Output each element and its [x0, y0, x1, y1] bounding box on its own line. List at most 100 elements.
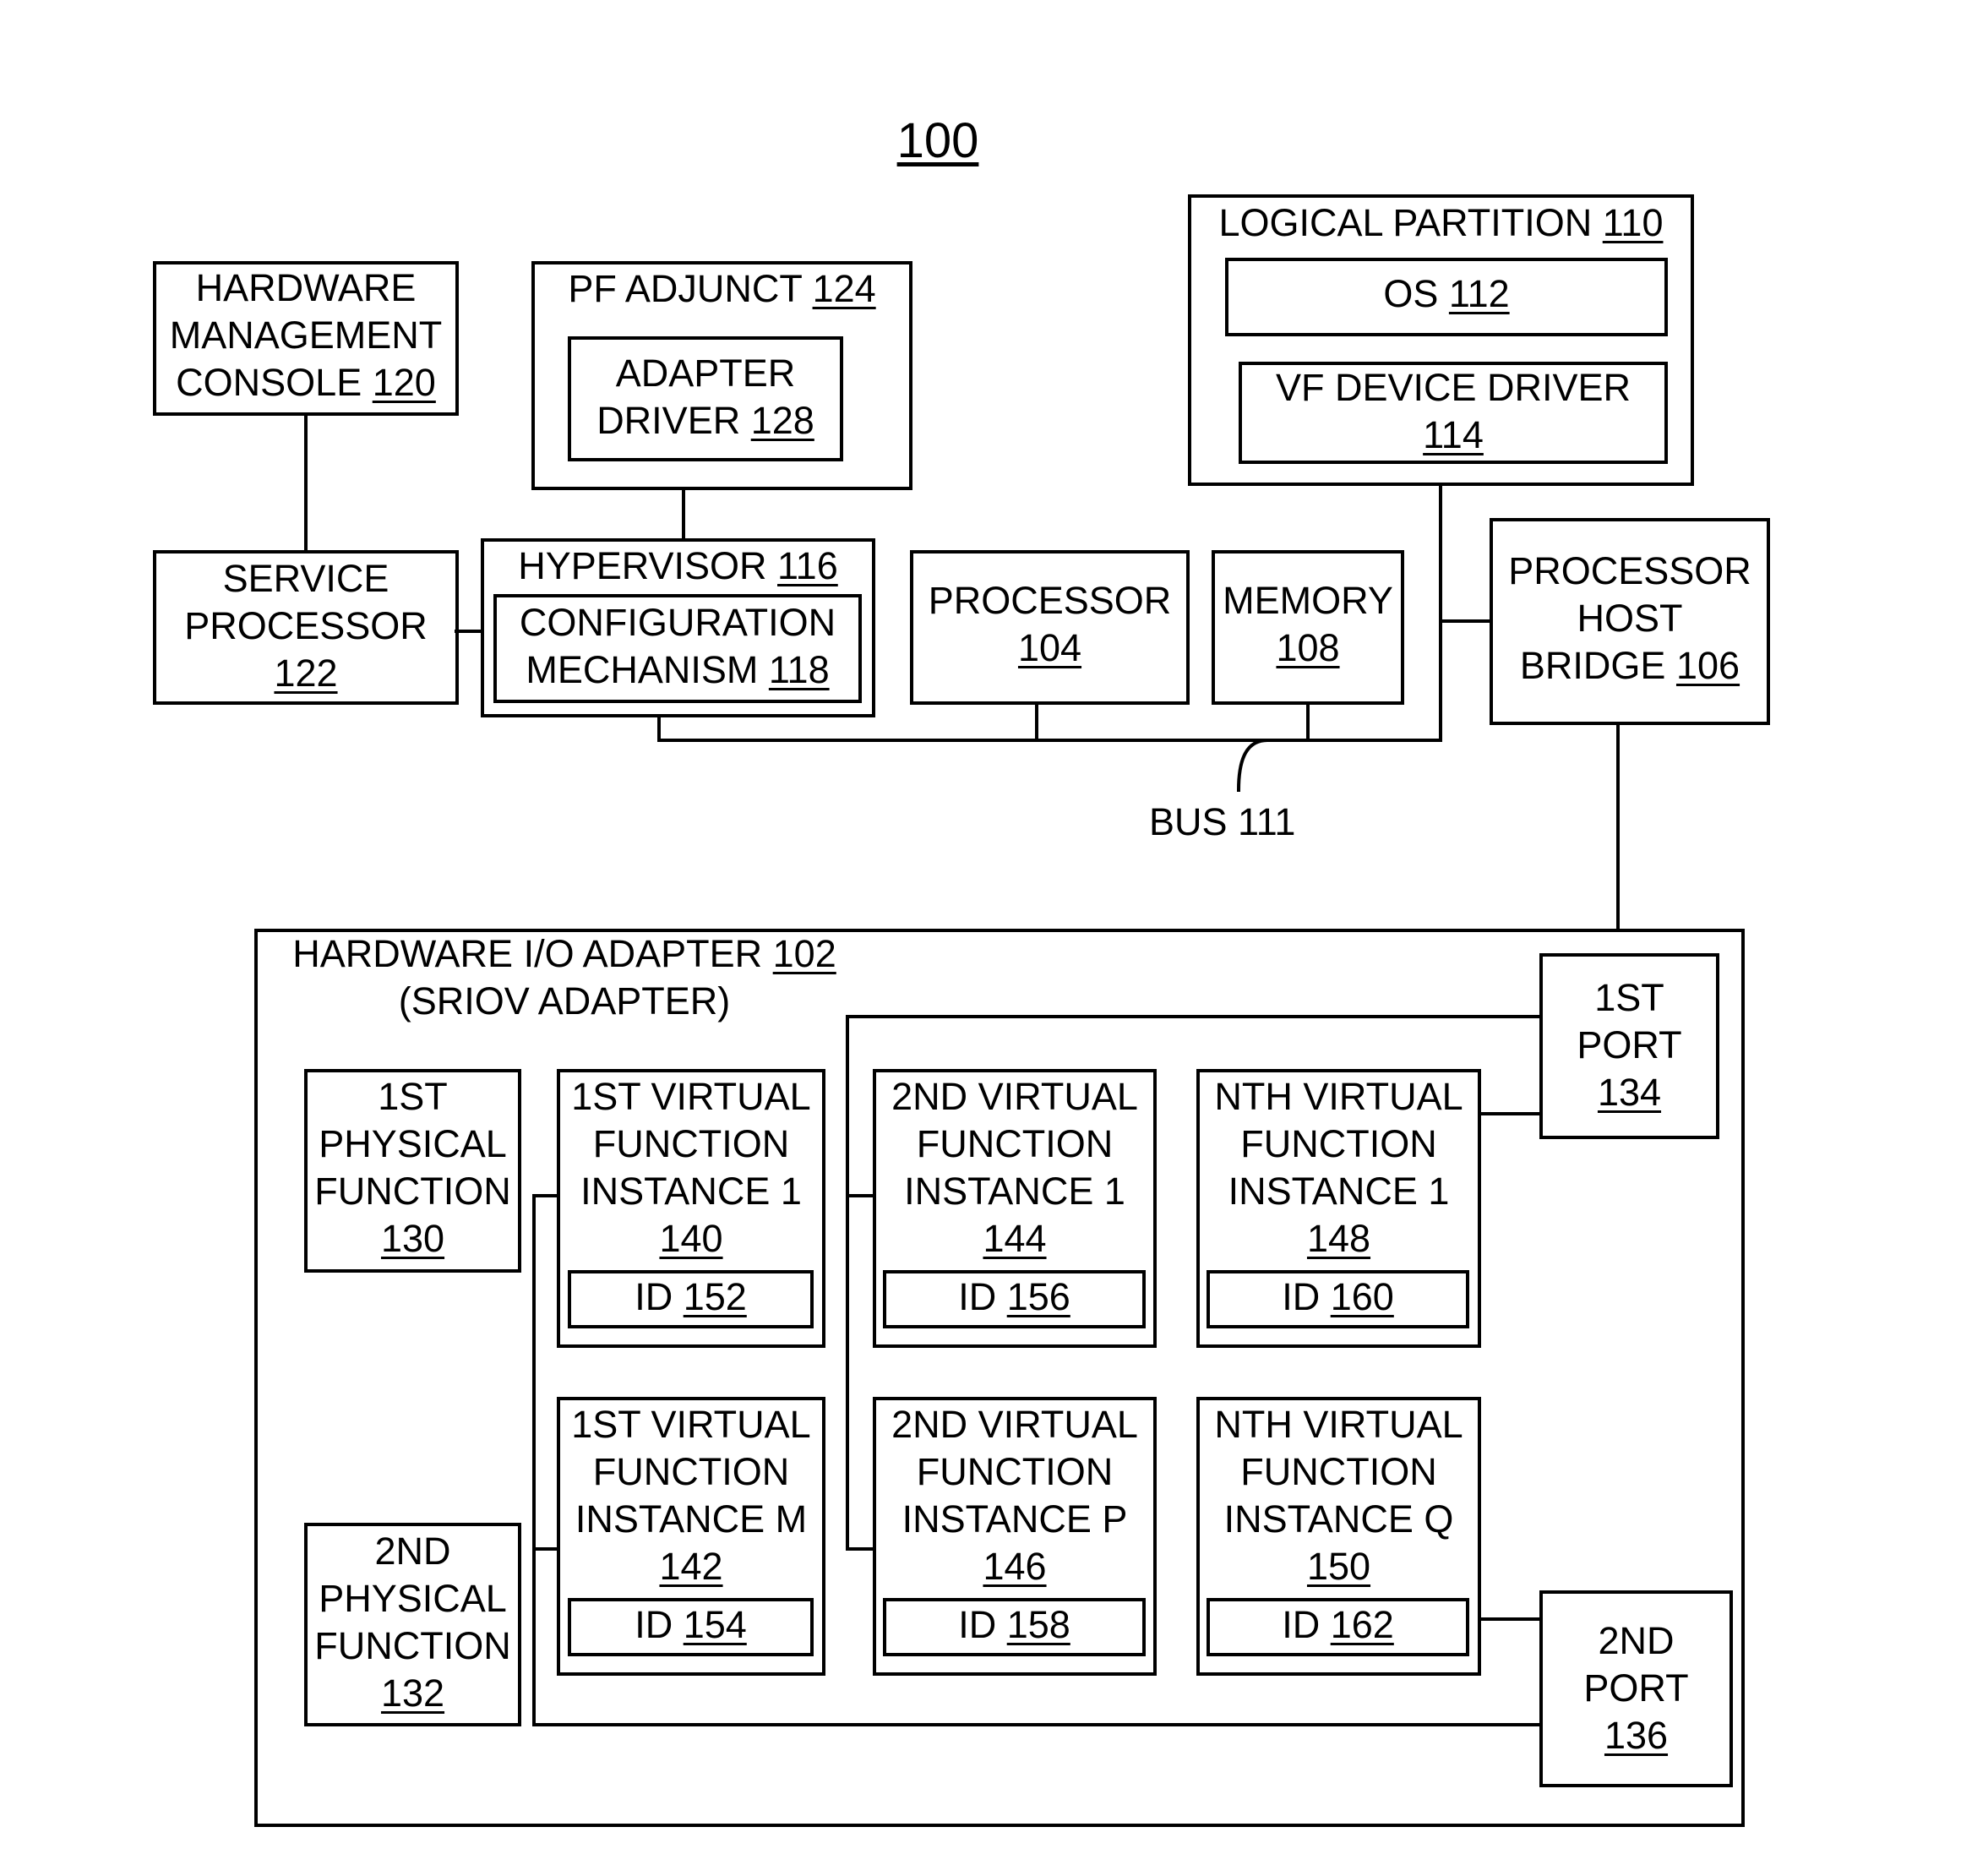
pf-adjunct-line: PF ADJUNCT 124 — [531, 265, 912, 313]
vf-device-driver-label: VF DEVICE DRIVER 114 — [1239, 364, 1668, 459]
adapter-driver-text: DRIVER — [596, 399, 751, 442]
vf-1st-instance-1-label: 1ST VIRTUAL FUNCTION INSTANCE 1 140 — [557, 1073, 825, 1262]
pf-adjunct-text: PF ADJUNCT — [568, 267, 813, 310]
service-processor-line-3: 122 — [153, 650, 459, 697]
logical-partition-text: LOGICAL PARTITION — [1218, 201, 1603, 244]
port1-line-1: 1ST — [1594, 976, 1664, 1019]
hypervisor-line: HYPERVISOR 116 — [481, 543, 875, 590]
pf-adjunct-label: PF ADJUNCT 124 — [531, 265, 912, 313]
service-processor-line-1: SERVICE — [222, 557, 389, 600]
hmc-text: CONSOLE — [176, 361, 373, 404]
vf-2-p-ref-number: 146 — [983, 1545, 1047, 1588]
vf-2-p-line-1: 2ND VIRTUAL — [891, 1403, 1138, 1446]
processor-line-2: 104 — [910, 624, 1190, 672]
configuration-mechanism-line-2: MECHANISM 118 — [493, 646, 862, 694]
vf-1-1-line-3: INSTANCE 1 — [580, 1170, 802, 1213]
vf-device-driver-line-1: VF DEVICE DRIVER — [1275, 366, 1631, 409]
service-processor-line-2: PROCESSOR — [184, 604, 428, 647]
hmc-ref-number: 120 — [372, 361, 436, 404]
os-text: OS — [1383, 272, 1449, 315]
logical-partition-line: LOGICAL PARTITION 110 — [1188, 199, 1694, 247]
vf-1-1-line-1: 1ST VIRTUAL — [571, 1075, 811, 1118]
hmc-line-1: HARDWARE — [195, 266, 417, 309]
vf-1-m-ref-number: 142 — [659, 1545, 723, 1588]
vf-2-1-line-2: FUNCTION — [916, 1122, 1114, 1165]
vf-2-1-ref-number: 144 — [983, 1217, 1047, 1260]
configuration-mechanism-label: CONFIGURATION MECHANISM 118 — [493, 599, 862, 694]
pf1-line-2: PHYSICAL — [319, 1122, 507, 1165]
pf1-line-3: FUNCTION — [314, 1170, 511, 1213]
vf-nth-instance-1-label: NTH VIRTUAL FUNCTION INSTANCE 1 148 — [1196, 1073, 1481, 1262]
os-label: OS 112 — [1225, 270, 1668, 318]
id-160-line: ID 160 — [1207, 1273, 1469, 1321]
first-physical-function-label: 1ST PHYSICAL FUNCTION 130 — [304, 1073, 521, 1262]
id-162-line: ID 162 — [1207, 1601, 1469, 1649]
configuration-mechanism-ref-number: 118 — [768, 648, 830, 691]
memory-line-2: 108 — [1212, 624, 1404, 672]
adapter-driver-line-2: DRIVER 128 — [568, 397, 843, 444]
memory-ref-number: 108 — [1276, 626, 1340, 669]
bus-label: BUS 111 — [1149, 800, 1296, 843]
port2-line-1: 2ND — [1598, 1619, 1675, 1662]
io-adapter-subtitle: (SRIOV ADAPTER) — [398, 979, 731, 1023]
hardware-management-console-label: HARDWARE MANAGEMENT CONSOLE 120 — [153, 264, 459, 406]
bus-leader-line — [1236, 738, 1270, 793]
port1-line-2: PORT — [1577, 1023, 1682, 1066]
id-158-text: ID — [958, 1603, 1007, 1646]
phb-text: BRIDGE — [1519, 644, 1676, 687]
hmc-line-2: MANAGEMENT — [169, 314, 443, 357]
processor-ref-number: 104 — [1017, 626, 1082, 669]
pf1-line-1: 1ST — [378, 1075, 448, 1118]
vf-2-p-line-4: 146 — [873, 1543, 1157, 1590]
vf-n-1-line-4: 148 — [1196, 1215, 1481, 1262]
vf-nth-instance-q-label: NTH VIRTUAL FUNCTION INSTANCE Q 150 — [1196, 1401, 1481, 1590]
id-162-label: ID 162 — [1207, 1601, 1469, 1649]
id-160-text: ID — [1282, 1275, 1331, 1318]
vf-n-1-line-3: INSTANCE 1 — [1228, 1170, 1450, 1213]
logical-partition-ref-number: 110 — [1602, 201, 1664, 244]
os-ref-number: 112 — [1448, 272, 1510, 315]
id-160-ref-number: 160 — [1330, 1275, 1394, 1318]
pf2-line-2: PHYSICAL — [319, 1577, 507, 1620]
port1-line-3: 134 — [1539, 1069, 1719, 1116]
processor-line-1: PROCESSOR — [928, 579, 1172, 622]
vf-n-q-line-1: NTH VIRTUAL — [1214, 1403, 1463, 1446]
vf-1-m-line-1: 1ST VIRTUAL — [571, 1403, 811, 1446]
vf-1-1-ref-number: 140 — [659, 1217, 723, 1260]
vf-2-1-line-1: 2ND VIRTUAL — [891, 1075, 1138, 1118]
vf-device-driver-line-2: 114 — [1239, 412, 1668, 459]
pf2-line-4: 132 — [304, 1670, 521, 1717]
port2-ref-number: 136 — [1604, 1714, 1669, 1757]
id-158-label: ID 158 — [883, 1601, 1146, 1649]
memory-label: MEMORY 108 — [1212, 577, 1404, 672]
logical-partition-label: LOGICAL PARTITION 110 — [1188, 199, 1694, 247]
vf-2-1-line-3: INSTANCE 1 — [904, 1170, 1125, 1213]
id-152-label: ID 152 — [568, 1273, 814, 1321]
id-154-ref-number: 154 — [683, 1603, 747, 1646]
vf-n-1-line-1: NTH VIRTUAL — [1214, 1075, 1463, 1118]
vf-2nd-instance-1-label: 2ND VIRTUAL FUNCTION INSTANCE 1 144 — [873, 1073, 1157, 1262]
vf-1st-instance-m-label: 1ST VIRTUAL FUNCTION INSTANCE M 142 — [557, 1401, 825, 1590]
service-processor-ref-number: 122 — [274, 652, 338, 695]
id-156-label: ID 156 — [883, 1273, 1146, 1321]
vf-n-q-ref-number: 150 — [1306, 1545, 1371, 1588]
service-processor-label: SERVICE PROCESSOR 122 — [153, 555, 459, 697]
pf1-line-4: 130 — [304, 1215, 521, 1262]
phb-line-1: PROCESSOR — [1508, 549, 1751, 592]
vf-2-p-line-2: FUNCTION — [916, 1450, 1114, 1493]
hardware-io-adapter-label: HARDWARE I/O ADAPTER 102 (SRIOV ADAPTER) — [277, 930, 852, 1025]
io-adapter-ref-number: 102 — [772, 932, 836, 975]
id-154-label: ID 154 — [568, 1601, 814, 1649]
adapter-driver-label: ADAPTER DRIVER 128 — [568, 350, 843, 444]
id-160-label: ID 160 — [1207, 1273, 1469, 1321]
id-162-text: ID — [1282, 1603, 1331, 1646]
os-line: OS 112 — [1225, 270, 1668, 318]
phb-line-3: BRIDGE 106 — [1490, 642, 1770, 690]
vf-1-m-line-3: INSTANCE M — [575, 1497, 808, 1541]
id-156-text: ID — [958, 1275, 1007, 1318]
first-port-label: 1ST PORT 134 — [1539, 974, 1719, 1116]
io-adapter-text: HARDWARE I/O ADAPTER — [292, 932, 773, 975]
memory-line-1: MEMORY — [1223, 579, 1393, 622]
vf-n-q-line-3: INSTANCE Q — [1223, 1497, 1454, 1541]
vf-2-p-line-3: INSTANCE P — [902, 1497, 1128, 1541]
